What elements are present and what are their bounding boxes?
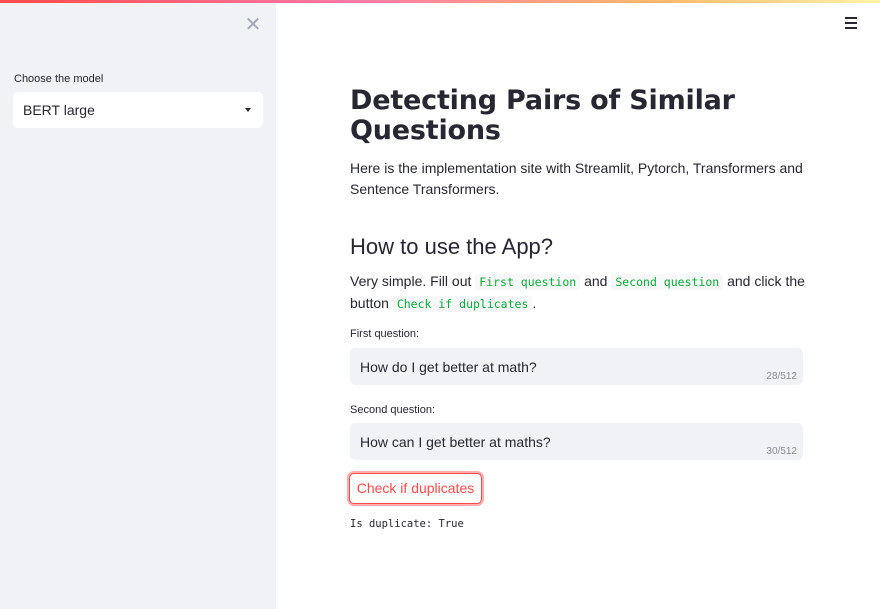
hamburger-menu-icon[interactable] xyxy=(845,17,858,29)
first-question-input[interactable]: How do I get better at math? 28/512 xyxy=(350,348,803,385)
instructions-part: Very simple. Fill out xyxy=(350,273,476,289)
second-question-label: Second question: xyxy=(350,404,436,416)
first-question-value: How do I get better at math? xyxy=(360,359,537,375)
intro-text: Here is the implementation site with Str… xyxy=(350,160,803,197)
check-duplicates-button[interactable]: Check if duplicates xyxy=(349,473,482,504)
model-select-value: BERT large xyxy=(23,102,95,118)
first-question-label: First question: xyxy=(350,328,420,340)
second-question-input[interactable]: How can I get better at maths? 30/512 xyxy=(350,423,803,460)
code-first-question: First question xyxy=(475,274,581,290)
model-select-label: Choose the model xyxy=(14,73,104,85)
model-select[interactable]: BERT large xyxy=(13,92,263,128)
instructions-part: and xyxy=(580,273,612,289)
page-title: Detecting Pairs of Similar Questions xyxy=(350,85,735,146)
close-icon[interactable]: ✕ xyxy=(244,14,262,34)
main-content: Detecting Pairs of Similar Questions Her… xyxy=(350,86,805,315)
instructions-part: . xyxy=(532,295,537,311)
result-text: Is duplicate: True xyxy=(350,518,464,530)
second-question-value: How can I get better at maths? xyxy=(360,434,551,450)
section-heading: How to use the App? xyxy=(350,234,554,259)
code-check-button: Check if duplicates xyxy=(392,296,533,312)
first-question-char-count: 28/512 xyxy=(766,371,797,382)
second-question-char-count: 30/512 xyxy=(766,446,797,457)
sidebar: ✕ Choose the model BERT large xyxy=(0,3,276,609)
instructions-text: Very simple. Fill out First question and… xyxy=(350,271,805,315)
chevron-down-icon xyxy=(245,108,251,112)
code-second-question: Second question xyxy=(611,274,724,290)
